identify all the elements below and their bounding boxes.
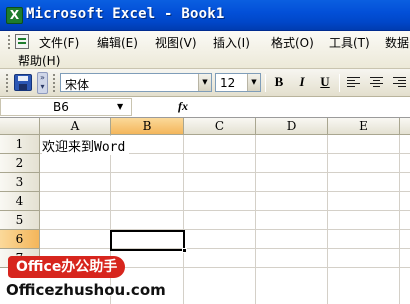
- underline-button[interactable]: U: [316, 74, 334, 92]
- chevron-more-icon: »: [40, 73, 45, 82]
- gridline: [40, 191, 410, 192]
- gridline: [255, 135, 256, 304]
- menu-grip-icon[interactable]: [8, 35, 11, 49]
- italic-button[interactable]: I: [293, 74, 311, 92]
- column-header-a[interactable]: A: [40, 118, 111, 135]
- gridline: [40, 229, 410, 230]
- dropdown-arrow-icon: ▾: [40, 82, 45, 91]
- column-header-partial[interactable]: [400, 118, 410, 135]
- cell-a1[interactable]: 欢迎来到Word: [42, 136, 130, 155]
- menu-view[interactable]: 视图(V): [155, 34, 197, 51]
- font-name-select[interactable]: 宋体 ▼: [60, 73, 212, 92]
- menu-bar: 文件(F) 编辑(E) 视图(V) 插入(I) 格式(O) 工具(T) 数据 帮…: [0, 31, 410, 69]
- row-header-6[interactable]: 6: [0, 230, 40, 249]
- select-all-corner[interactable]: [0, 118, 40, 135]
- menu-format[interactable]: 格式(O): [271, 34, 314, 51]
- row-header-2[interactable]: 2: [0, 154, 40, 173]
- font-name-value: 宋体: [65, 78, 90, 92]
- toolbar-separator: [339, 74, 340, 92]
- save-icon[interactable]: [14, 74, 32, 91]
- row-header-5[interactable]: 5: [0, 211, 40, 230]
- gridline: [399, 135, 400, 304]
- active-cell-b6[interactable]: [110, 230, 187, 253]
- gridline: [40, 210, 410, 211]
- gridline: [40, 248, 410, 249]
- align-right-icon[interactable]: [393, 77, 406, 88]
- workbook-icon[interactable]: [15, 34, 29, 49]
- chevron-down-icon[interactable]: ▼: [198, 74, 211, 91]
- toolbar-options-button[interactable]: » ▾: [37, 72, 48, 94]
- bold-button[interactable]: B: [270, 74, 288, 92]
- toolbar-separator: [265, 74, 266, 92]
- formatting-toolbar: » ▾ 宋体 ▼ 12 ▼ B I U: [0, 69, 410, 97]
- chevron-down-icon[interactable]: ▼: [117, 102, 123, 111]
- align-left-icon[interactable]: [347, 77, 360, 88]
- watermark-badge: Office办公助手: [8, 256, 126, 278]
- watermark-url: Officezhushou.com: [6, 281, 166, 299]
- menu-data[interactable]: 数据: [385, 34, 409, 51]
- font-size-value: 12: [220, 76, 236, 90]
- row-header-1[interactable]: 1: [0, 135, 40, 154]
- row-header-3[interactable]: 3: [0, 173, 40, 192]
- name-box-value: B6: [53, 100, 69, 114]
- gridline: [110, 135, 111, 304]
- align-center-icon[interactable]: [370, 77, 383, 88]
- row-header-4[interactable]: 4: [0, 192, 40, 211]
- menu-edit[interactable]: 编辑(E): [97, 34, 138, 51]
- chevron-down-icon[interactable]: ▼: [247, 74, 260, 91]
- fill-handle[interactable]: [182, 248, 187, 253]
- formula-input[interactable]: [192, 98, 410, 116]
- column-header-c[interactable]: C: [184, 118, 256, 135]
- toolbar-grip-icon-2[interactable]: [53, 74, 55, 92]
- insert-function-icon[interactable]: fx: [178, 99, 188, 114]
- menu-help[interactable]: 帮助(H): [18, 52, 60, 69]
- menu-file[interactable]: 文件(F): [39, 34, 79, 51]
- menu-tools[interactable]: 工具(T): [329, 34, 370, 51]
- column-header-d[interactable]: D: [256, 118, 328, 135]
- gridline: [327, 135, 328, 304]
- font-size-select[interactable]: 12 ▼: [215, 73, 261, 92]
- title-bar: X Microsoft Excel - Book1: [0, 0, 410, 31]
- excel-app-icon[interactable]: X: [6, 7, 23, 24]
- window-title: Microsoft Excel - Book1: [26, 6, 225, 22]
- column-header-e[interactable]: E: [328, 118, 400, 135]
- toolbar-grip-icon[interactable]: [6, 74, 8, 92]
- formula-bar: B6 ▼ fx: [0, 97, 410, 118]
- menu-insert[interactable]: 插入(I): [213, 34, 250, 51]
- column-header-b[interactable]: B: [111, 118, 184, 135]
- gridline: [40, 172, 410, 173]
- name-box[interactable]: B6 ▼: [0, 98, 132, 116]
- gridline: [183, 135, 184, 304]
